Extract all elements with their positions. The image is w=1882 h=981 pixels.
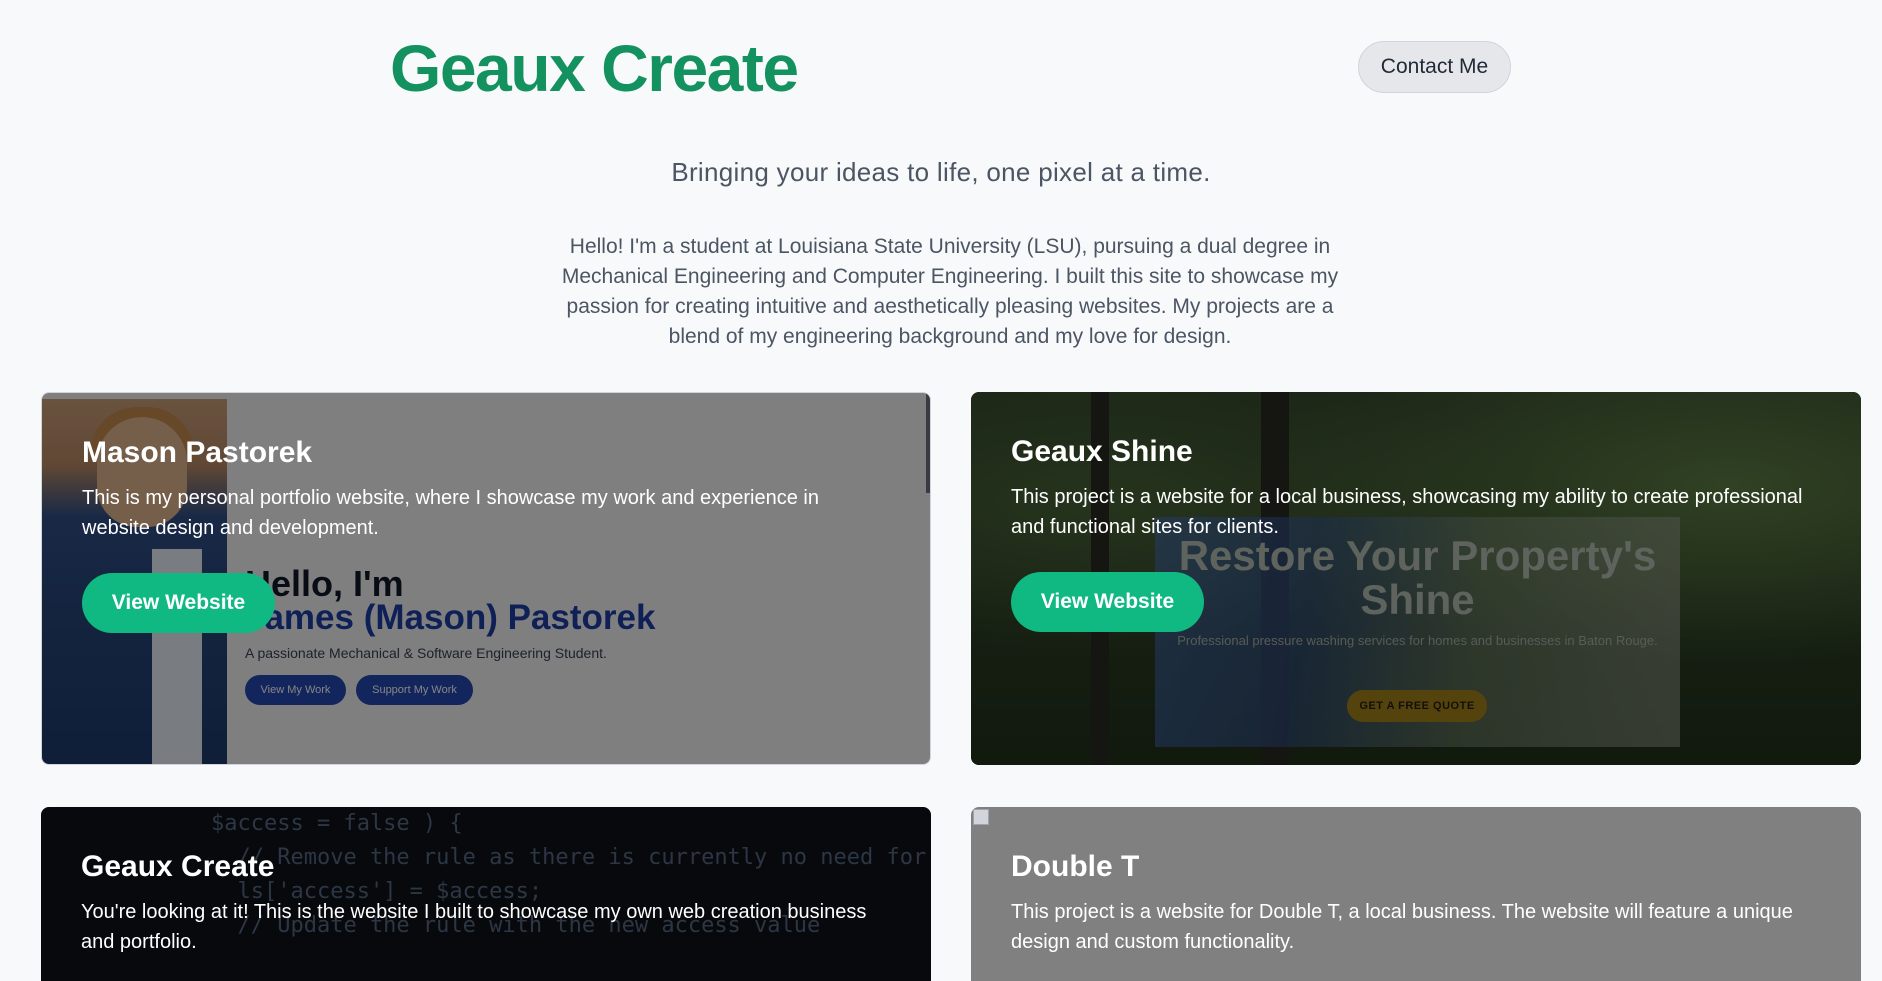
project-card-geaux-create: $access = false ) { // Remove the rule a… <box>41 807 931 981</box>
view-website-button[interactable]: View Website <box>1011 572 1204 632</box>
project-card-mason-pastorek: Hello, I'm James (Mason) Pastorek A pass… <box>41 392 931 765</box>
card-title: Geaux Create <box>81 850 275 883</box>
card-title: Geaux Shine <box>1011 435 1193 468</box>
tagline: Bringing your ideas to life, one pixel a… <box>671 157 1211 187</box>
project-card-geaux-shine: Restore Your Property's Shine Profession… <box>971 392 1861 765</box>
card-description: This is my personal portfolio website, w… <box>82 487 819 539</box>
card-description: This project is a website for Double T, … <box>1011 901 1793 953</box>
card-title: Double T <box>1011 850 1140 883</box>
intro-paragraph: Hello! I'm a student at Louisiana State … <box>561 235 1339 348</box>
card-title: Mason Pastorek <box>82 436 313 469</box>
project-card-double-t: Double T This project is a website for D… <box>971 807 1861 981</box>
card-description: You're looking at it! This is the websit… <box>81 901 867 953</box>
card-description: This project is a website for a local bu… <box>1011 486 1803 538</box>
broken-image-icon <box>973 809 989 825</box>
site-header: Geaux Create Contact Me <box>0 0 1882 135</box>
site-logo[interactable]: Geaux Create <box>390 30 799 106</box>
contact-me-button[interactable]: Contact Me <box>1358 41 1511 93</box>
view-website-button[interactable]: View Website <box>82 573 275 633</box>
